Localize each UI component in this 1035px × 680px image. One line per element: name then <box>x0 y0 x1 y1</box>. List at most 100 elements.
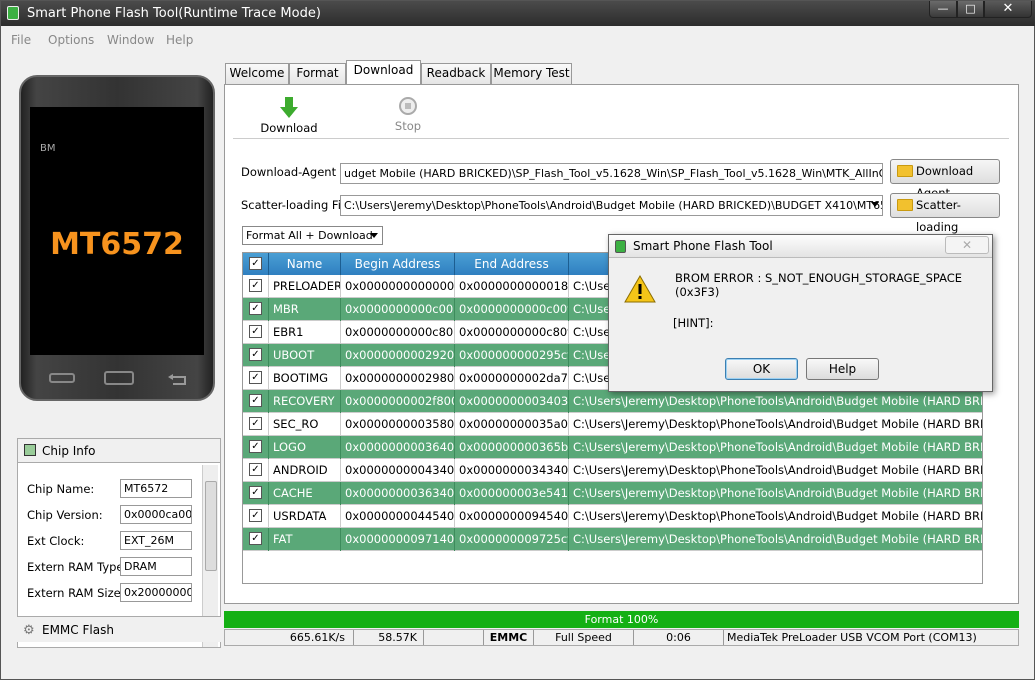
menu-options[interactable]: Options <box>48 33 94 47</box>
scatter-loading-path-text: C:\Users\Jeremy\Desktop\PhoneTools\Andro… <box>344 199 883 212</box>
cell-end-address: 0x000000003e541fff <box>455 482 569 505</box>
dialog-message: BROM ERROR : S_NOT_ENOUGH_STORAGE_SPACE … <box>675 271 963 299</box>
table-row[interactable]: ✓ USRDATA0x00000000445400000x000000009454… <box>243 505 982 528</box>
cell-checkbox: ✓ <box>243 367 269 390</box>
chip-info-title: Chip Info <box>42 444 96 458</box>
cell-begin-address: 0x0000000002980000 <box>341 367 455 390</box>
row-checkbox[interactable]: ✓ <box>249 440 262 453</box>
cell-begin-address: 0x0000000000000000 <box>341 275 455 298</box>
row-checkbox[interactable]: ✓ <box>249 417 262 430</box>
tab-memory-test[interactable]: Memory Test <box>491 63 572 84</box>
app-icon <box>615 240 626 253</box>
menu-file[interactable]: File <box>11 33 31 47</box>
select-all-checkbox[interactable]: ✓ <box>249 257 262 270</box>
emmc-flash-label: EMMC Flash <box>42 623 114 637</box>
cell-checkbox: ✓ <box>243 413 269 436</box>
status-port: MediaTek PreLoader USB VCOM Port (COM13) <box>727 631 977 644</box>
phone-screen: BM MT6572 <box>30 107 204 355</box>
cell-begin-address: 0x0000000097140000 <box>341 528 455 551</box>
dialog-hint: [HINT]: <box>673 316 714 330</box>
table-row[interactable]: ✓ CACHE0x00000000363400000x000000003e541f… <box>243 482 983 505</box>
row-checkbox[interactable]: ✓ <box>249 325 262 338</box>
status-size: 58.57K <box>354 630 424 645</box>
close-window-button[interactable]: ✕ <box>984 1 1032 18</box>
status-bar: 665.61K/s 58.57K EMMC Full Speed 0:06 Me… <box>224 629 1019 646</box>
cell-end-address: 0x000000009725cfff <box>455 528 569 551</box>
ext-clock-label: Ext Clock: <box>27 534 85 548</box>
chevron-down-icon[interactable] <box>871 202 879 207</box>
warning-icon <box>624 275 656 303</box>
tab-download[interactable]: Download <box>346 60 421 85</box>
help-button[interactable]: Help <box>806 358 879 380</box>
download-agent-button[interactable]: Download Agent <box>890 159 1000 200</box>
table-row[interactable]: ✓ SEC_RO0x00000000035800000x00000000035a0… <box>243 413 982 436</box>
row-checkbox[interactable]: ✓ <box>249 532 262 545</box>
cell-begin-address: 0x0000000003580000 <box>341 413 455 436</box>
row-checkbox[interactable]: ✓ <box>249 486 262 499</box>
status-time: 0:06 <box>634 630 724 645</box>
cell-begin-address: 0x0000000036340000 <box>341 482 455 505</box>
col-end-header[interactable]: End Address <box>455 253 569 275</box>
cell-begin-address: 0x0000000000c80000 <box>341 321 455 344</box>
minimize-button[interactable]: — <box>929 1 957 18</box>
phone-menu-icon <box>49 373 75 383</box>
row-checkbox[interactable]: ✓ <box>249 279 262 292</box>
stop-button[interactable]: Stop <box>383 97 433 141</box>
tab-welcome[interactable]: Welcome <box>225 63 289 84</box>
phone-brand: BM <box>40 143 56 154</box>
col-begin-header[interactable]: Begin Address <box>341 253 455 275</box>
table-row[interactable]: ✓ ANDROID0x00000000043400000x000000003434… <box>243 459 982 482</box>
ok-button[interactable]: OK <box>725 358 798 380</box>
cell-end-address: 0x0000000000018727 <box>455 275 569 298</box>
row-checkbox[interactable]: ✓ <box>249 463 262 476</box>
menu-window[interactable]: Window <box>107 33 154 47</box>
ext-clock-field[interactable]: EXT_26M <box>120 531 192 550</box>
table-row[interactable]: ✓ RECOVERY0x0000000002f800000x00000000034… <box>243 390 982 413</box>
phone-back-icon <box>165 373 191 385</box>
download-mode-select[interactable]: Format All + Download <box>242 226 383 245</box>
chip-name-field[interactable]: MT6572 <box>120 479 192 498</box>
ram-type-field[interactable]: DRAM <box>120 557 192 576</box>
row-checkbox[interactable]: ✓ <box>249 348 262 361</box>
cell-checkbox: ✓ <box>243 482 269 505</box>
col-name-header[interactable]: Name <box>269 253 341 275</box>
error-dialog: Smart Phone Flash Tool ✕ BROM ERROR : S_… <box>608 234 993 392</box>
download-button[interactable]: Download <box>259 97 319 141</box>
status-usb-speed: Full Speed <box>534 630 634 645</box>
tab-format[interactable]: Format <box>289 63 346 84</box>
row-checkbox[interactable]: ✓ <box>249 371 262 384</box>
cell-end-address: 0x0000000000c80fff <box>455 321 569 344</box>
emmc-flash-panel[interactable]: ⚙ EMMC Flash <box>17 616 221 642</box>
maximize-button[interactable]: □ <box>957 1 984 18</box>
dialog-title-bar: Smart Phone Flash Tool ✕ <box>609 235 992 258</box>
table-row[interactable]: ✓ FAT0x00000000971400000x000000009725cfff… <box>243 528 982 551</box>
cell-location: C:\Users\Jeremy\Desktop\PhoneTools\Andro… <box>573 486 983 500</box>
dialog-close-button[interactable]: ✕ <box>945 236 989 254</box>
cell-name: ANDROID <box>269 459 341 482</box>
cell-name: EBR1 <box>269 321 341 344</box>
chip-name-label: Chip Name: <box>27 482 95 496</box>
menu-bar: File Options Window Help <box>1 30 1031 50</box>
scrollbar-thumb[interactable] <box>205 481 217 571</box>
menu-help[interactable]: Help <box>166 33 193 47</box>
chip-version-field[interactable]: 0x0000ca00 <box>120 505 192 524</box>
scatter-loading-path[interactable]: C:\Users\Jeremy\Desktop\PhoneTools\Andro… <box>340 195 883 216</box>
chip-icon <box>24 444 36 456</box>
cell-checkbox: ✓ <box>243 390 269 413</box>
row-checkbox[interactable]: ✓ <box>249 509 262 522</box>
download-agent-path[interactable]: udget Mobile (HARD BRICKED)\SP_Flash_Too… <box>340 163 883 184</box>
cell-name: SEC_RO <box>269 413 341 436</box>
folder-icon <box>897 199 913 211</box>
select-all-header: ✓ <box>243 253 269 275</box>
tab-readback[interactable]: Readback <box>421 63 491 84</box>
cell-checkbox: ✓ <box>243 344 269 367</box>
table-row[interactable]: ✓ LOGO0x00000000036400000x000000000365bff… <box>243 436 982 459</box>
download-agent-label: Download-Agent <box>241 165 337 179</box>
row-checkbox[interactable]: ✓ <box>249 394 262 407</box>
scatter-loading-button[interactable]: Scatter-loading <box>890 193 1000 234</box>
cell-end-address: 0x00000000035a0fff <box>455 413 569 436</box>
cell-begin-address: 0x0000000044540000 <box>341 505 455 528</box>
row-checkbox[interactable]: ✓ <box>249 302 262 315</box>
cell-name: USRDATA <box>269 505 341 528</box>
ram-size-field[interactable]: 0x20000000 <box>120 583 192 602</box>
